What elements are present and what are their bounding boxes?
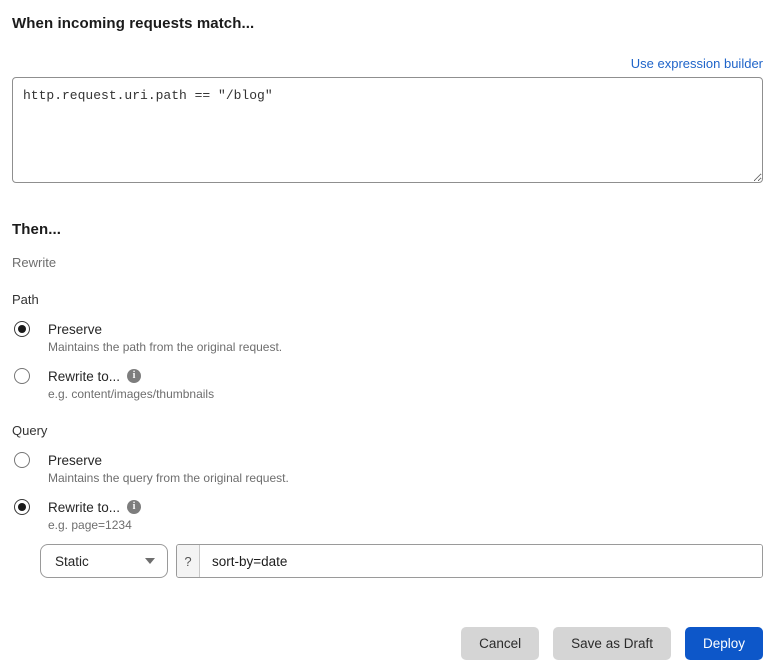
save-as-draft-button[interactable]: Save as Draft — [553, 627, 671, 660]
then-section-title: Then... — [12, 221, 62, 238]
query-preserve-radio[interactable] — [14, 452, 30, 468]
cancel-button[interactable]: Cancel — [461, 627, 540, 660]
chevron-down-icon — [145, 558, 155, 564]
info-icon[interactable]: i — [127, 369, 142, 383]
path-preserve-option: Preserve Maintains the path from the ori… — [12, 321, 763, 354]
match-section-title: When incoming requests match... — [12, 15, 255, 32]
value-type-select[interactable]: Static — [40, 544, 168, 578]
expression-editor[interactable]: http.request.uri.path == "/blog" — [12, 77, 763, 183]
path-preserve-description: Maintains the path from the original req… — [48, 340, 283, 354]
path-group-label: Path — [12, 292, 39, 307]
query-value-input[interactable] — [200, 545, 762, 577]
query-value-group: ? — [176, 544, 763, 578]
use-expression-builder-link[interactable]: Use expression builder — [631, 56, 763, 71]
query-preserve-option: Preserve Maintains the query from the or… — [12, 452, 763, 485]
path-rewrite-radio[interactable] — [14, 368, 30, 384]
value-type-selected-label: Static — [55, 553, 89, 569]
path-rewrite-option: Rewrite to... i e.g. content/images/thum… — [12, 368, 763, 401]
query-rewrite-value-row: Static ? — [40, 544, 763, 578]
query-rewrite-radio[interactable] — [14, 499, 30, 515]
path-preserve-label[interactable]: Preserve — [48, 322, 102, 337]
query-preserve-label[interactable]: Preserve — [48, 453, 102, 468]
path-rewrite-description: e.g. content/images/thumbnails — [48, 387, 215, 401]
query-rewrite-label[interactable]: Rewrite to... — [48, 500, 120, 515]
query-group-label: Query — [12, 423, 48, 438]
action-bar: Cancel Save as Draft Deploy — [12, 627, 763, 660]
path-rewrite-label[interactable]: Rewrite to... — [48, 369, 120, 384]
query-prefix-badge: ? — [177, 545, 200, 577]
deploy-button[interactable]: Deploy — [684, 627, 763, 660]
rule-editor: When incoming requests match... Use expr… — [0, 0, 778, 660]
info-icon[interactable]: i — [127, 500, 142, 514]
builder-link-row: Use expression builder — [12, 55, 763, 73]
rewrite-subtitle: Rewrite — [12, 255, 57, 270]
query-preserve-description: Maintains the query from the original re… — [48, 471, 289, 485]
query-rewrite-option: Rewrite to... i e.g. page=1234 — [12, 499, 763, 532]
query-rewrite-description: e.g. page=1234 — [48, 518, 132, 532]
path-preserve-radio[interactable] — [14, 321, 30, 337]
